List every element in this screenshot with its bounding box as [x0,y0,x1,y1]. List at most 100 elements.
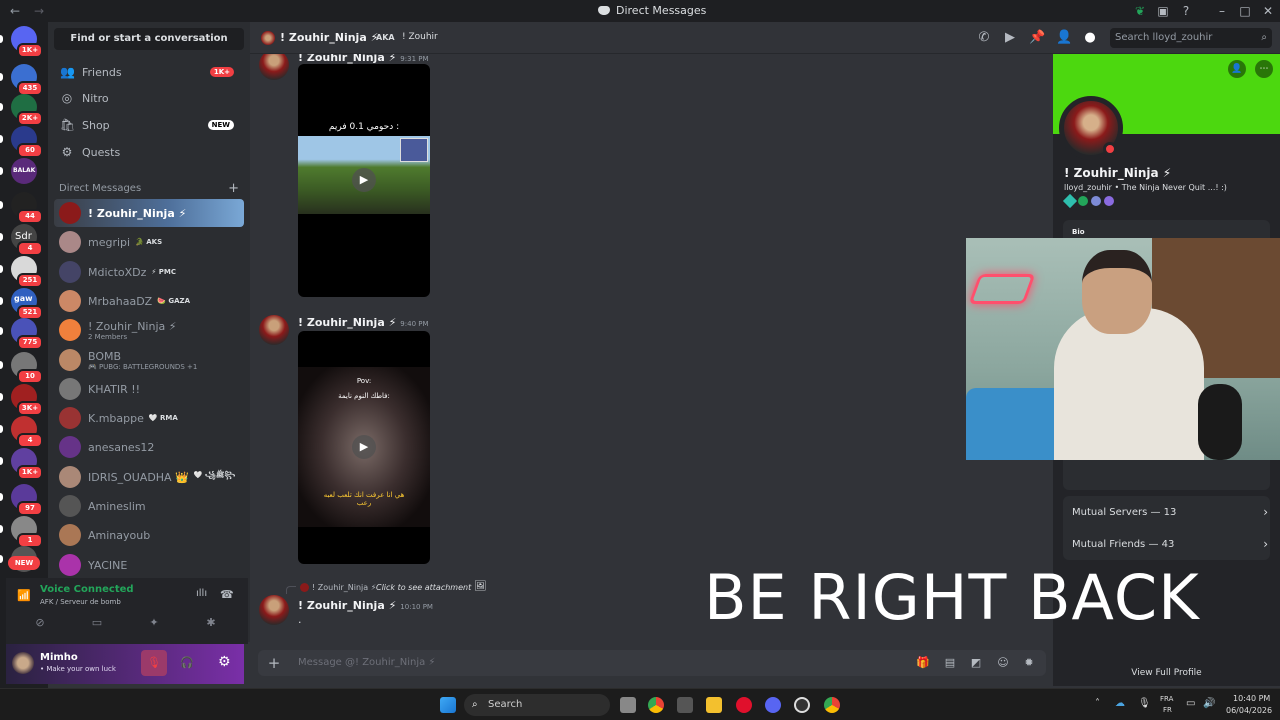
file-explorer-icon[interactable] [706,697,722,713]
add-friend-icon[interactable]: 👤 [1228,60,1246,78]
help-icon[interactable]: ? [1178,3,1194,19]
find-conversation-button[interactable]: Find or start a conversation [54,28,244,50]
gift-icon[interactable]: 🎁 [916,656,930,670]
activities-icon[interactable]: ✦ [147,616,161,630]
dm-item[interactable]: Aminayoub [54,521,244,549]
network-icon[interactable]: ▭ [1186,698,1195,709]
server-icon-server-10[interactable]: 10 [11,352,43,384]
message-composer[interactable]: + Message @! Zouhir_Ninja ⚡ 🎁 ▤ ◩ ☺ ✹ [258,650,1046,676]
minimize-icon[interactable]: – [1214,3,1230,19]
attach-plus-icon[interactable]: + [267,656,281,671]
disconnect-icon[interactable]: ☎ [220,588,234,601]
message-avatar[interactable] [259,315,289,345]
camera-off-icon[interactable]: ⊘ [33,616,47,630]
mute-icon[interactable]: 🎙 [141,650,167,676]
create-dm-icon[interactable]: + [228,181,239,196]
soundboard-icon[interactable]: ✱ [204,616,218,630]
dm-item[interactable]: anesanes12 [54,433,244,461]
reply-text[interactable]: Click to see attachment [376,583,471,592]
tray-app-icon[interactable]: ☁ [1115,698,1125,709]
task-view-icon[interactable] [620,697,636,713]
badge-icon[interactable] [1104,196,1114,206]
user-status[interactable]: • Make your own luck [40,665,116,673]
settings-gear-icon[interactable]: ⚙ [218,654,231,670]
view-full-profile-link[interactable]: View Full Profile [1053,668,1280,678]
server-icon-server-15[interactable]: 1 [11,516,43,548]
maximize-icon[interactable]: □ [1237,3,1253,19]
server-icon-server-14[interactable]: 97 [11,484,43,516]
badge-icon[interactable] [1078,196,1088,206]
clock-date[interactable]: 06/04/2026 [1226,706,1272,715]
server-icon-server-7[interactable]: 251 [11,256,43,288]
dm-item[interactable]: KHATIR !! [54,375,244,403]
chrome-icon[interactable] [824,697,840,713]
dm-item[interactable]: K.mbappe 🤍 RMA [54,404,244,432]
mutual-servers-row[interactable]: Mutual Servers — 13 › [1063,496,1270,528]
voice-waveform-icon[interactable]: ıllı [196,588,207,599]
dm-item[interactable]: MdictoXDz ⚡ PMC [54,258,244,286]
voice-channel[interactable]: AFK / Serveur de bomb [40,598,121,606]
dm-item[interactable]: megripi 🐊 AKS [54,228,244,256]
volume-icon[interactable]: 🔊 [1203,698,1215,709]
lang-bottom[interactable]: FR [1163,706,1172,714]
video-call-icon[interactable]: ▶ [1002,30,1018,46]
play-icon[interactable]: ▶ [352,168,376,192]
server-icon-server-5[interactable]: 44 [11,192,43,224]
dm-item[interactable]: YACINE [54,551,244,579]
pinned-messages-icon[interactable]: 📌 [1029,30,1045,46]
emoji-icon[interactable]: ☺ [996,656,1010,670]
reply-author[interactable]: ! Zouhir_Ninja ⚡ [312,583,376,592]
message-avatar[interactable] [259,54,289,80]
nav-item-shop[interactable]: 🛍 Shop NEW [54,112,244,138]
discord-taskbar-icon[interactable] [765,697,781,713]
badge-icon[interactable] [1091,196,1101,206]
composer-placeholder[interactable]: Message @! Zouhir_Ninja ⚡ [298,657,435,668]
forward-icon[interactable]: → [34,4,48,18]
message-avatar[interactable] [259,595,289,625]
nitro-leaf-icon[interactable]: ❦ [1132,3,1148,19]
obs-icon[interactable] [794,697,810,713]
dm-item[interactable]: IDRIS_OUADHA 👑 🤍 ꧁ﷺ꧂ [54,463,244,491]
nav-item-friends[interactable]: 👥 Friends 1K+ [54,59,244,85]
mutual-friends-row[interactable]: Mutual Friends — 43 › [1063,528,1270,560]
message-author-2[interactable]: ! Zouhir_Ninja ⚡ 9:40 PM [298,316,429,329]
lang-top[interactable]: FRA [1160,695,1173,703]
server-icon-server-1[interactable]: 435 [11,64,43,96]
dm-item[interactable]: BOMB 🎮 PUBG: BATTLEGROUNDS +1 [54,346,244,374]
clock-time[interactable]: 10:40 PM [1233,694,1270,703]
message-author-1[interactable]: ! Zouhir_Ninja ⚡ 9:31 PM [298,54,429,64]
user-avatar[interactable] [12,652,34,674]
server-icon-server-2[interactable]: 2K+ [11,94,43,126]
play-icon[interactable]: ▶ [352,435,376,459]
search-dm-input[interactable]: Search lloyd_zouhir ⌕ [1110,28,1272,48]
sticker-icon[interactable]: ◩ [969,656,983,670]
server-icon-server-3[interactable]: 60 [11,126,43,158]
tray-chevron-icon[interactable]: ˄ [1095,698,1100,709]
badge-icon[interactable] [1062,193,1078,209]
voice-status[interactable]: Voice Connected [40,584,134,595]
message-author-3[interactable]: ! Zouhir_Ninja ⚡ 10:10 PM [298,599,433,612]
taskbar-search[interactable]: ⌕ Search [464,694,610,716]
dm-item[interactable]: MrbahaaDZ 🍉 GAZA [54,287,244,315]
server-icon-server-9[interactable]: 775 [11,318,43,350]
windows-start-icon[interactable] [440,697,456,713]
headphones-icon[interactable]: 🎧 [180,656,194,669]
back-icon[interactable]: ← [10,4,24,18]
more-options-icon[interactable]: ⋯ [1255,60,1273,78]
dm-item[interactable]: ! Zouhir_Ninja ⚡ 2 Members [54,316,244,344]
voice-call-icon[interactable]: ✆ [976,30,992,46]
server-icon-discord-home[interactable]: 1K+ [11,26,43,58]
opera-icon[interactable] [736,697,752,713]
new-servers-badge[interactable]: NEW [8,556,40,570]
server-icon-server-13[interactable]: 1K+ [11,448,43,480]
server-icon-server-12[interactable]: 4 [11,416,43,448]
close-icon[interactable]: ✕ [1260,3,1276,19]
gif-icon[interactable]: ▤ [943,656,957,670]
video-attachment-2[interactable]: Pov: فاطك النوم نايمة: ▶ هي انا عرفت انك… [298,331,430,564]
inbox-icon[interactable]: ▣ [1155,3,1171,19]
add-friends-to-dm-icon[interactable]: 👤 [1056,30,1072,46]
nav-item-quests[interactable]: ⚙ Quests [54,139,244,165]
dm-item[interactable]: Amineslim [54,492,244,520]
chat-header-name[interactable]: ! Zouhir_Ninja ⚡ [280,31,378,44]
dm-item[interactable]: ! Zouhir_Ninja ⚡ [54,199,244,227]
